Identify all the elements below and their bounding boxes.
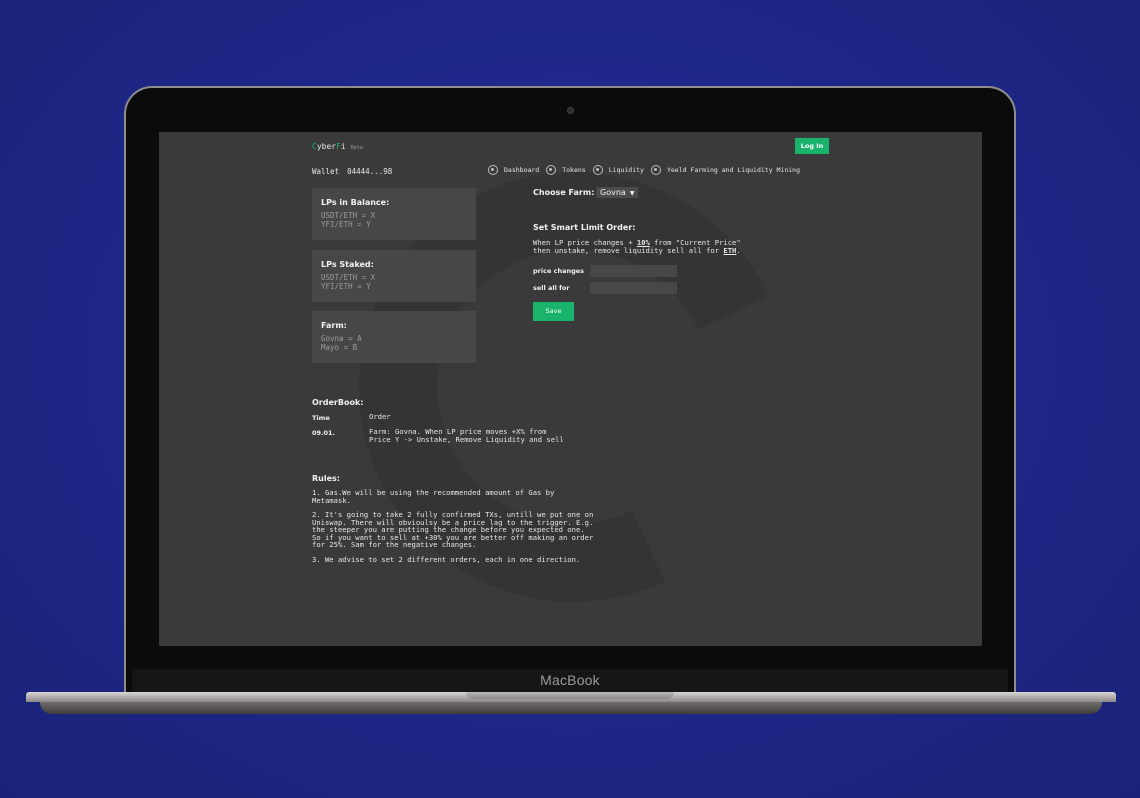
price-changes-label: price changes	[533, 267, 585, 275]
farm-select[interactable]: Govna ▼	[596, 187, 639, 198]
nav-label: Yeeld Farming and Liquidity Mining	[666, 166, 801, 174]
desc-token: ETH	[723, 245, 737, 255]
nav-item-liquidity[interactable]: Liquidity	[592, 165, 644, 175]
desc-text: .	[736, 245, 741, 255]
order-line: Price Y -> Unstake, Remove Liquidity and…	[369, 434, 564, 444]
card-line: YFI/ETH = Y	[321, 281, 371, 291]
card-title: Farm:	[321, 321, 347, 330]
limit-order-title: Set Smart Limit Order:	[533, 223, 636, 232]
nav-label: Liquidity	[608, 166, 644, 174]
rule-item: 3. We advise to set 2 different orders, …	[312, 554, 672, 564]
camera-icon	[567, 107, 574, 114]
farm-card: Farm: Govna = A Mayo = B	[312, 311, 476, 363]
wallet-address: 04444...98	[347, 167, 393, 176]
laptop-brand: MacBook	[540, 672, 600, 688]
laptop-notch	[466, 692, 674, 699]
main-nav: Dashboard Tokens Liquidity Yeeld Farming…	[488, 165, 807, 175]
nav-item-farming[interactable]: Yeeld Farming and Liquidity Mining	[650, 165, 801, 175]
wallet-label: Wallet	[312, 167, 340, 176]
login-button[interactable]: Log In	[795, 138, 829, 154]
rules-title: Rules:	[312, 474, 340, 483]
card-line: Mayo = B	[321, 342, 358, 352]
rule-item: 2. It's going to take 2 fully confirmed …	[312, 511, 672, 549]
caret-down-icon: ▼	[629, 190, 635, 197]
tokens-icon	[546, 165, 557, 175]
farming-icon	[650, 165, 661, 175]
rule-item: 1. Gas.We will be using the recommended …	[312, 489, 672, 504]
lps-balance-card: LPs in Balance: USDT/ETH = X YFI/ETH = Y	[312, 188, 476, 240]
choose-farm-label: Choose Farm:	[533, 188, 595, 197]
rules-list: 1. Gas.We will be using the recommended …	[312, 489, 672, 570]
lps-staked-card: LPs Staked: USDT/ETH = X YFI/ETH = Y	[312, 250, 476, 302]
rule-line: for 25%. Sam for the negative changes.	[312, 540, 477, 549]
card-line: YFI/ETH = Y	[321, 219, 371, 229]
wallet-info: Wallet 04444...98	[312, 167, 392, 176]
orderbook-row-order: Farm: Govna. When LP price moves +X% fro…	[369, 428, 564, 443]
rule-line: 3. We advise to set 2 different orders, …	[312, 554, 581, 564]
limit-order-description: When LP price changes + 10% from "Curren…	[533, 239, 741, 254]
app-screen: CyberFi Beta Log In Wallet 04444...98 Dash…	[159, 132, 982, 646]
app-logo[interactable]: CyberFi Beta	[312, 142, 363, 151]
desc-text: then unstake, remove liquidity sell all …	[533, 245, 724, 255]
nav-item-dashboard[interactable]: Dashboard	[488, 165, 539, 175]
orderbook-row-time: 09.01.	[312, 429, 336, 437]
dashboard-icon	[488, 165, 498, 175]
orderbook-title: OrderBook:	[312, 398, 364, 407]
nav-label: Tokens	[562, 166, 586, 174]
orderbook-col-order: Order	[369, 412, 391, 421]
liquidity-icon	[592, 165, 603, 175]
card-title: LPs Staked:	[321, 260, 374, 269]
sell-all-for-label: sell all for	[533, 284, 570, 292]
price-changes-input[interactable]	[590, 265, 677, 277]
rule-line: Metamask.	[312, 495, 351, 505]
logo-text-end: i	[340, 142, 346, 151]
nav-item-tokens[interactable]: Tokens	[546, 165, 586, 175]
laptop-base-bottom	[40, 702, 1102, 714]
sell-all-for-input[interactable]	[590, 282, 677, 294]
logo-text: yber	[316, 142, 337, 151]
nav-label: Dashboard	[504, 166, 540, 174]
farm-select-value: Govna	[600, 188, 626, 197]
save-button[interactable]: Save	[533, 302, 574, 321]
orderbook-col-time: Time	[312, 414, 330, 422]
beta-badge: Beta	[350, 145, 363, 151]
card-title: LPs in Balance:	[321, 198, 390, 207]
